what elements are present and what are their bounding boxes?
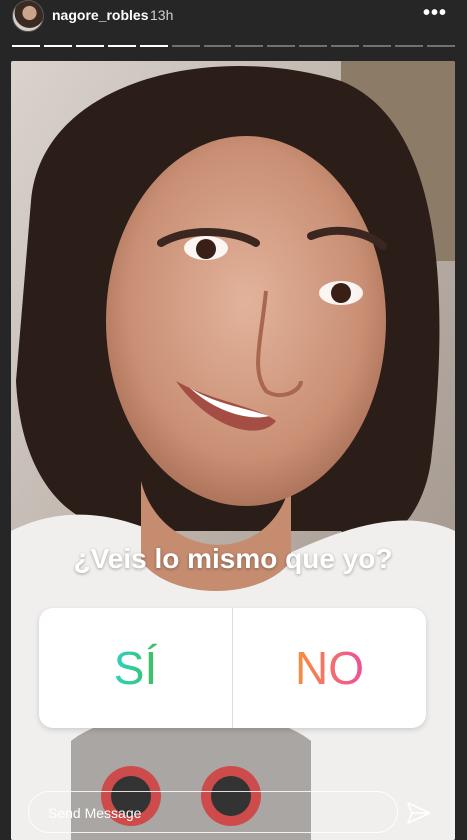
- progress-segment: [267, 45, 296, 47]
- send-icon[interactable]: [406, 800, 432, 826]
- poll-sticker: SÍ NO: [39, 608, 426, 728]
- progress-segment: [171, 45, 200, 47]
- story-media[interactable]: ¿Veis lo mismo que yo? SÍ NO: [11, 61, 455, 840]
- send-message-input[interactable]: Send Message: [28, 791, 398, 833]
- avatar[interactable]: [12, 0, 44, 32]
- username[interactable]: nagore_robles: [52, 7, 148, 23]
- progress-segment: [139, 45, 168, 47]
- poll-option-no[interactable]: NO: [233, 608, 426, 728]
- progress-segment: [299, 45, 328, 47]
- progress-segment: [395, 45, 423, 47]
- progress-segment: [12, 45, 40, 47]
- story-header: nagore_robles 13h •••: [0, 0, 467, 32]
- timestamp: 13h: [150, 7, 174, 23]
- send-message-placeholder: Send Message: [48, 805, 142, 821]
- progress-segment: [426, 45, 455, 47]
- progress-segment: [75, 45, 104, 47]
- story-progress: [12, 45, 455, 47]
- more-dots-icon[interactable]: •••: [423, 2, 447, 25]
- poll-option-si[interactable]: SÍ: [39, 608, 232, 728]
- progress-segment: [43, 45, 72, 47]
- progress-segment: [203, 45, 232, 47]
- progress-segment: [363, 45, 392, 47]
- progress-segment: [107, 45, 136, 47]
- progress-segment: [235, 45, 264, 47]
- poll-option-no-label: NO: [295, 642, 364, 694]
- progress-segment: [331, 45, 360, 47]
- story-caption: ¿Veis lo mismo que yo?: [73, 543, 393, 574]
- poll-option-si-label: SÍ: [113, 642, 158, 694]
